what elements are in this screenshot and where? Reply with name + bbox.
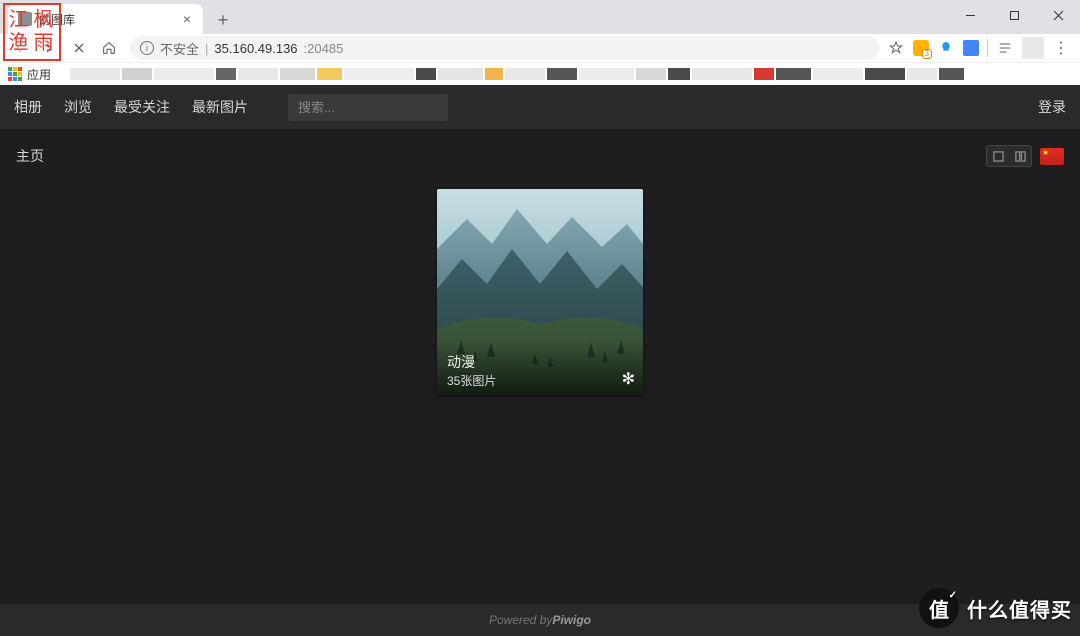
watermark-seal: 江枫 渔雨 xyxy=(3,3,61,61)
nav-browse[interactable]: 浏览 xyxy=(64,97,92,117)
breadcrumb[interactable]: 主页 xyxy=(16,146,44,166)
reading-list-icon[interactable] xyxy=(996,39,1014,57)
not-secure-label: 不安全 xyxy=(160,39,199,58)
window-maximize-button[interactable] xyxy=(992,0,1036,30)
footer-prefix: Powered by xyxy=(489,613,552,627)
album-card[interactable]: 动漫 35张图片 ✻ xyxy=(437,189,643,395)
page-header: 主页 xyxy=(0,129,1080,175)
toolbar-right: ⋮ xyxy=(887,37,1074,59)
apps-grid-icon xyxy=(8,67,22,81)
search-input[interactable] xyxy=(288,94,448,121)
new-tab-button[interactable]: + xyxy=(209,6,237,34)
extension-icon[interactable] xyxy=(913,40,929,56)
browser-menu-button[interactable]: ⋮ xyxy=(1052,39,1070,57)
nav-albums[interactable]: 相册 xyxy=(14,97,42,117)
app: 相册 浏览 最受关注 最新图片 登录 主页 xyxy=(0,85,1080,636)
stop-reload-button[interactable] xyxy=(66,35,92,61)
smzdm-watermark: 值 什么值得买 xyxy=(919,588,1072,628)
nav-latest[interactable]: 最新图片 xyxy=(192,97,248,117)
album-overlay: 动漫 35张图片 xyxy=(437,344,643,395)
smzdm-text: 什么值得买 xyxy=(967,594,1072,623)
apps-label: 应用 xyxy=(27,66,51,83)
bookmarks-bar: 应用 xyxy=(0,62,1080,85)
window-controls xyxy=(948,0,1080,30)
address-bar: i 不安全 | 35.160.49.136 :20485 ⋮ xyxy=(0,34,1080,62)
translate-extension-icon[interactable] xyxy=(963,40,979,56)
apps-shortcut[interactable]: 应用 xyxy=(8,66,51,83)
tab-close-button[interactable]: × xyxy=(181,11,193,27)
album-title: 动漫 xyxy=(447,352,633,372)
header-right xyxy=(986,145,1064,167)
url-host: 35.160.49.136 xyxy=(214,41,297,56)
album-star-icon: ✻ xyxy=(622,369,635,389)
nav-popular[interactable]: 最受关注 xyxy=(114,97,170,117)
view-toggle xyxy=(986,145,1032,167)
browser-chrome: 的图库 × + i 不安全 xyxy=(0,0,1080,62)
toolbar-separator xyxy=(987,39,988,57)
nav-links: 相册 浏览 最受关注 最新图片 xyxy=(14,94,448,121)
smzdm-badge-icon: 值 xyxy=(919,588,959,628)
home-button[interactable] xyxy=(96,35,122,61)
url-port: :20485 xyxy=(304,41,344,56)
album-count: 35张图片 xyxy=(447,372,633,389)
view-list-button[interactable] xyxy=(1009,146,1031,166)
site-info-icon[interactable]: i xyxy=(140,41,154,55)
window-minimize-button[interactable] xyxy=(948,0,992,30)
url-separator: | xyxy=(205,41,208,56)
tab-strip: 的图库 × + xyxy=(0,0,1080,34)
footer: Powered by Piwigo xyxy=(0,604,1080,636)
url-field[interactable]: i 不安全 | 35.160.49.136 :20485 xyxy=(130,36,879,60)
bookmark-star-icon[interactable] xyxy=(887,39,905,57)
bookmarks-redacted xyxy=(70,63,1080,85)
app-nav: 相册 浏览 最受关注 最新图片 登录 xyxy=(0,85,1080,129)
content: 动漫 35张图片 ✻ xyxy=(0,175,1080,604)
nav-right: 登录 xyxy=(1038,97,1066,117)
profile-avatar[interactable] xyxy=(1022,37,1044,59)
view-grid-button[interactable] xyxy=(987,146,1009,166)
login-link[interactable]: 登录 xyxy=(1038,99,1066,115)
footer-brand[interactable]: Piwigo xyxy=(552,613,591,627)
window-close-button[interactable] xyxy=(1036,0,1080,30)
extension-bulb-icon[interactable] xyxy=(937,39,955,57)
language-flag[interactable] xyxy=(1040,148,1064,165)
